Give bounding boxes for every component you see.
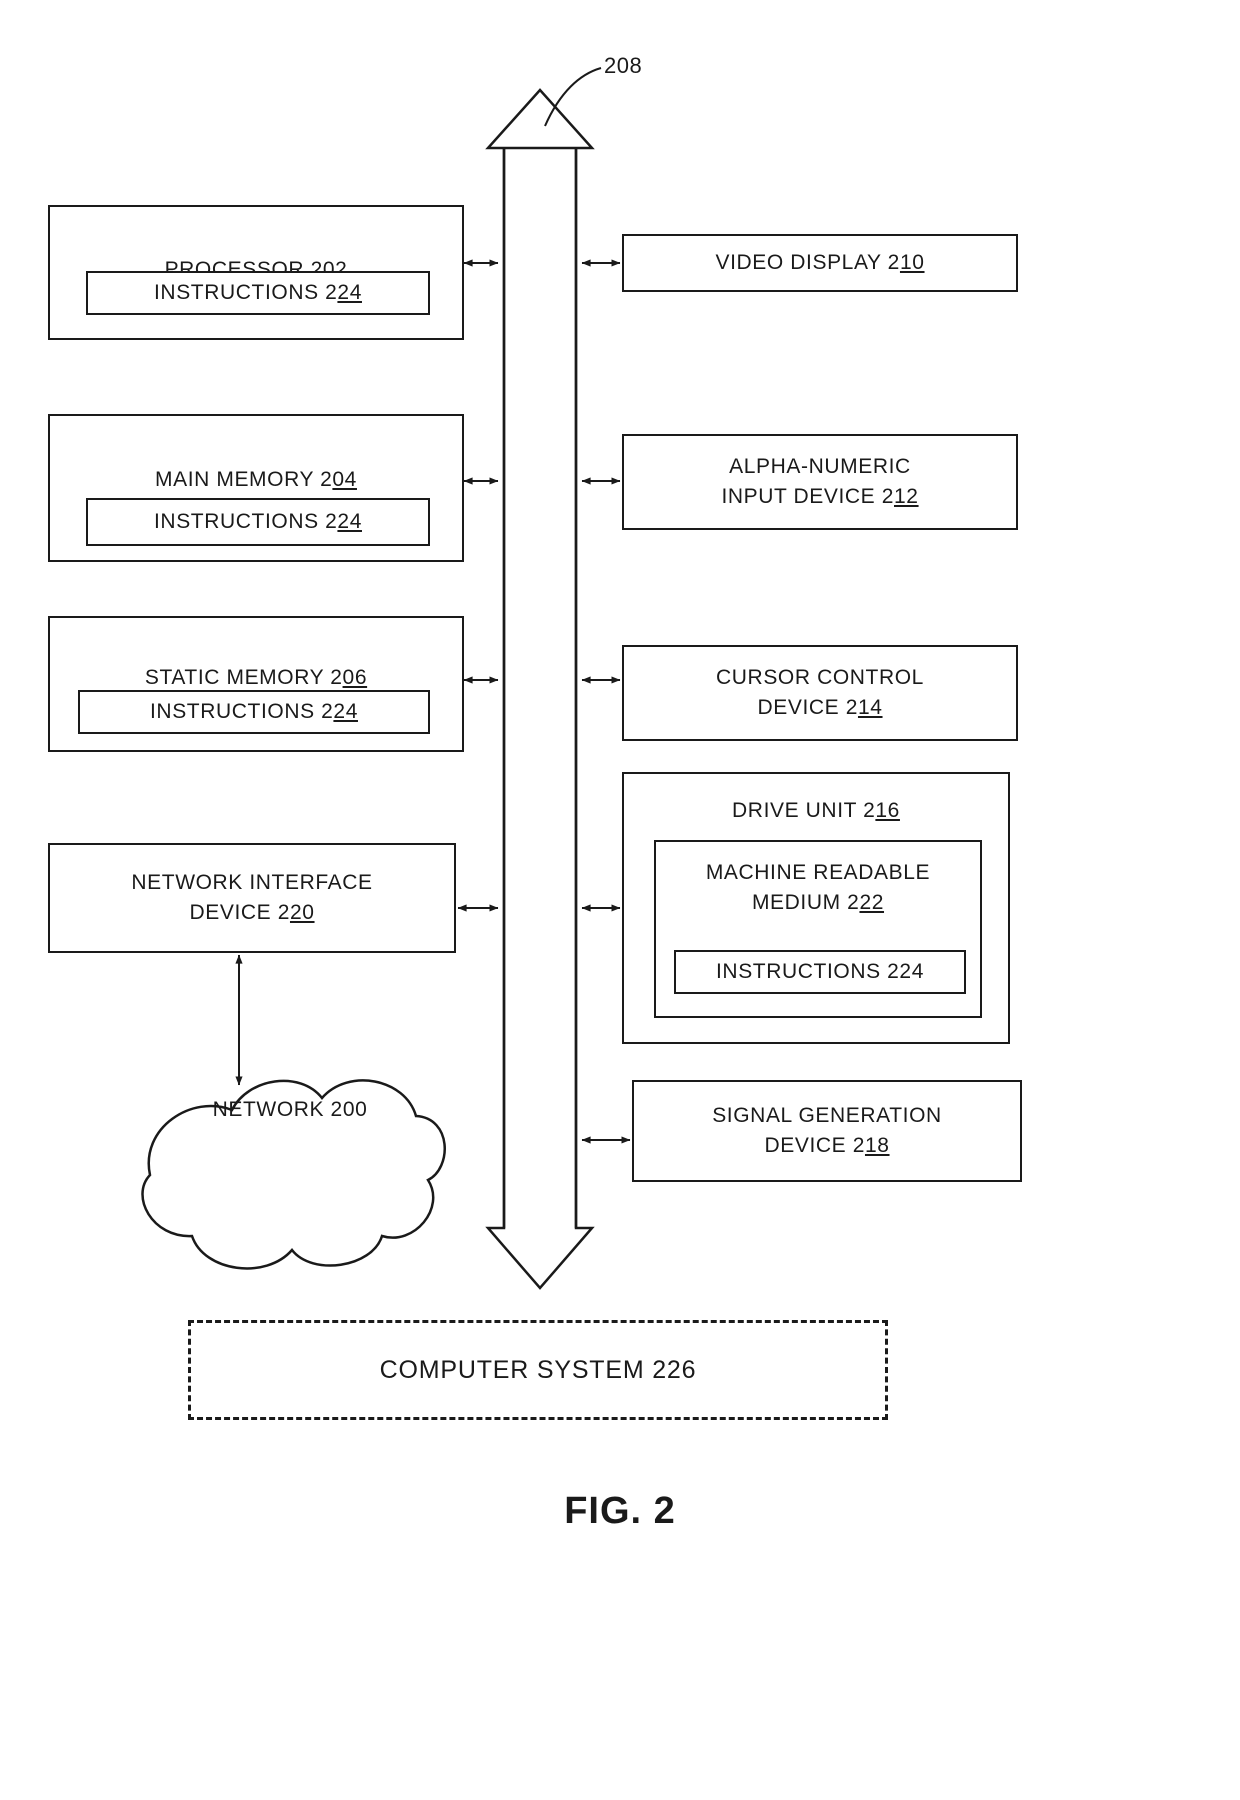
block-processor[interactable]: PROCESSOR 202 INSTRUCTIONS 224 — [48, 205, 464, 340]
block-alpha-numeric-input-device[interactable]: ALPHA-NUMERIC INPUT DEVICE 212 — [622, 434, 1018, 530]
processor-instructions-label: INSTRUCTIONS 224 — [154, 280, 362, 304]
signal-generation-line2: DEVICE 218 — [764, 1134, 890, 1157]
alpha-numeric-line1: ALPHA-NUMERIC — [729, 454, 911, 478]
block-network-interface-device[interactable]: NETWORK INTERFACE DEVICE 220 — [48, 843, 456, 953]
drive-unit-title: DRIVE UNIT 216 — [732, 799, 900, 822]
main-memory-title: MAIN MEMORY 204 — [155, 467, 357, 491]
computer-system-label: COMPUTER SYSTEM 226 — [379, 1355, 697, 1384]
cursor-control-line2: DEVICE 214 — [757, 696, 883, 719]
left-connectors — [457, 259, 499, 912]
bus-leader-line — [544, 67, 602, 127]
signal-generation-line1: SIGNAL GENERATION — [712, 1103, 942, 1127]
block-drive-unit-instructions[interactable]: INSTRUCTIONS 224 — [674, 950, 966, 994]
alpha-numeric-line2: INPUT DEVICE 212 — [721, 485, 919, 508]
drive-unit-instructions-label: INSTRUCTIONS 224 — [716, 959, 924, 983]
network-interface-line1: NETWORK INTERFACE — [131, 870, 373, 894]
block-cursor-control-device[interactable]: CURSOR CONTROL DEVICE 214 — [622, 645, 1018, 741]
cursor-control-line1: CURSOR CONTROL — [716, 665, 924, 689]
system-bus-208 — [485, 88, 595, 1290]
block-static-memory[interactable]: STATIC MEMORY 206 INSTRUCTIONS 224 — [48, 616, 464, 752]
block-machine-readable-medium[interactable]: MACHINE READABLE MEDIUM 222 INSTRUCTIONS… — [654, 840, 982, 1018]
main-memory-instructions-label: INSTRUCTIONS 224 — [154, 509, 362, 533]
block-static-memory-instructions[interactable]: INSTRUCTIONS 224 — [78, 690, 430, 734]
network-cloud-label: NETWORK 200 — [212, 1098, 368, 1121]
figure-canvas: 208 PROCESSOR 202 INSTRUCTIONS 224 MAIN … — [0, 0, 1240, 1800]
static-memory-instructions-label: INSTRUCTIONS 224 — [150, 699, 358, 723]
block-video-display[interactable]: VIDEO DISPLAY 210 — [622, 234, 1018, 292]
machine-readable-line1: MACHINE READABLE — [705, 861, 931, 884]
block-drive-unit[interactable]: DRIVE UNIT 216 MACHINE READABLE MEDIUM 2… — [622, 772, 1010, 1044]
computer-system-boundary: COMPUTER SYSTEM 226 — [188, 1320, 888, 1420]
figure-caption: FIG. 2 — [564, 1490, 676, 1532]
block-signal-generation-device[interactable]: SIGNAL GENERATION DEVICE 218 — [632, 1080, 1022, 1182]
bus-reference-label: 208 — [604, 53, 643, 78]
block-main-memory[interactable]: MAIN MEMORY 204 INSTRUCTIONS 224 — [48, 414, 464, 562]
video-display-label: VIDEO DISPLAY 210 — [715, 250, 925, 274]
block-main-memory-instructions[interactable]: INSTRUCTIONS 224 — [86, 498, 430, 546]
machine-readable-line2: MEDIUM 222 — [751, 891, 885, 915]
network-interface-line2: DEVICE 220 — [189, 901, 315, 924]
static-memory-title: STATIC MEMORY 206 — [144, 665, 368, 689]
block-processor-instructions[interactable]: INSTRUCTIONS 224 — [86, 271, 430, 315]
